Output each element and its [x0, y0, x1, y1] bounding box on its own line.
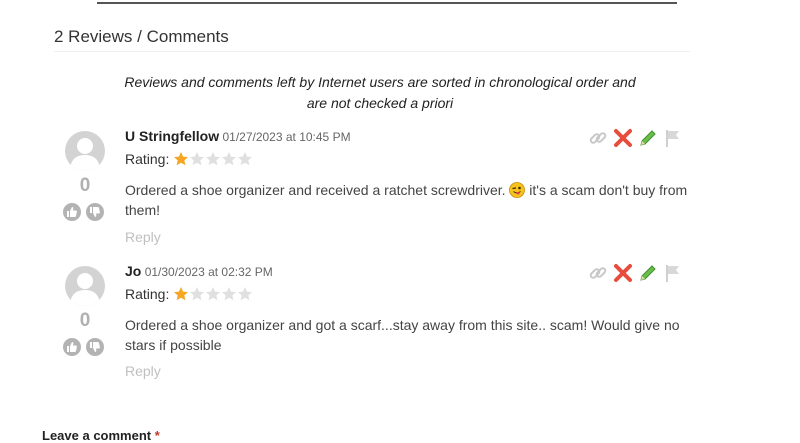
star-empty-icon [206, 287, 221, 301]
review-actions [588, 128, 683, 148]
thumbs-down-icon [90, 207, 100, 217]
leave-comment-heading: Leave a comment * [42, 428, 160, 443]
review-score: 0 [79, 175, 91, 196]
link-icon [589, 132, 607, 144]
thumbs-down-button[interactable] [86, 338, 104, 356]
star-empty-icon [222, 287, 237, 301]
star-empty-icon [238, 152, 253, 166]
thumbs-up-button[interactable] [63, 338, 81, 356]
rating-row: Rating: [125, 151, 253, 167]
thumbs-up-icon [67, 207, 77, 217]
review-text: Ordered a shoe organizer and got a scarf… [125, 317, 680, 353]
flag-icon [666, 130, 679, 147]
review-item: 0 Jo 01/30/2023 at 02:32 PM Rating: Orde… [55, 263, 695, 393]
rating-label: Rating: [125, 286, 170, 302]
star-empty-icon [190, 152, 205, 166]
winking-tongue-emoji-icon [509, 182, 526, 198]
thumbs-down-icon [90, 342, 100, 352]
review-author[interactable]: U Stringfellow [125, 128, 219, 144]
star-empty-icon [238, 287, 253, 301]
star-rating [173, 151, 253, 167]
section-title: 2 Reviews / Comments [54, 27, 229, 46]
star-filled-icon [174, 287, 189, 301]
rating-row: Rating: [125, 286, 253, 302]
section-divider [54, 51, 690, 52]
thumbs-up-button[interactable] [63, 203, 81, 221]
edit-button[interactable] [638, 263, 658, 283]
star-empty-icon [190, 287, 205, 301]
report-button[interactable] [663, 128, 683, 148]
user-silhouette-icon [70, 273, 100, 306]
star-filled-icon [174, 152, 189, 166]
review-header: U Stringfellow 01/27/2023 at 10:45 PM [125, 128, 351, 144]
edit-icon [640, 130, 656, 146]
reply-link[interactable]: Reply [125, 229, 161, 245]
link-icon [589, 267, 607, 279]
avatar [65, 131, 105, 171]
notice-line-1: Reviews and comments left by Internet us… [124, 74, 636, 90]
review-actions [588, 263, 683, 283]
top-divider [97, 2, 677, 4]
review-item: 0 U Stringfellow 01/27/2023 at 10:45 PM … [55, 128, 695, 258]
permalink-button[interactable] [588, 128, 608, 148]
user-silhouette-icon [70, 138, 100, 171]
flag-icon [666, 265, 679, 282]
delete-button[interactable] [613, 128, 633, 148]
star-rating [173, 286, 253, 302]
reply-link[interactable]: Reply [125, 363, 161, 379]
thumbs-up-icon [67, 342, 77, 352]
rating-label: Rating: [125, 151, 170, 167]
notice-line-2: are not checked a priori [306, 95, 454, 111]
review-date: 01/27/2023 at 10:45 PM [222, 130, 351, 144]
star-empty-icon [206, 152, 221, 166]
edit-icon [640, 265, 656, 281]
star-empty-icon [222, 152, 237, 166]
required-marker: * [154, 428, 160, 443]
review-text-part-1: Ordered a shoe organizer and received a … [125, 182, 510, 198]
edit-button[interactable] [638, 128, 658, 148]
leave-comment-label: Leave a comment [42, 428, 155, 443]
review-text: Ordered a shoe organizer and received a … [125, 180, 695, 220]
delete-button[interactable] [613, 263, 633, 283]
delete-icon [614, 129, 632, 147]
thumbs-down-button[interactable] [86, 203, 104, 221]
review-score: 0 [79, 310, 91, 331]
report-button[interactable] [663, 263, 683, 283]
review-header: Jo 01/30/2023 at 02:32 PM [125, 263, 273, 279]
review-date: 01/30/2023 at 02:32 PM [144, 265, 273, 279]
moderation-notice: Reviews and comments left by Internet us… [110, 72, 650, 114]
review-author[interactable]: Jo [125, 263, 141, 279]
delete-icon [614, 264, 632, 282]
permalink-button[interactable] [588, 263, 608, 283]
avatar [65, 266, 105, 306]
